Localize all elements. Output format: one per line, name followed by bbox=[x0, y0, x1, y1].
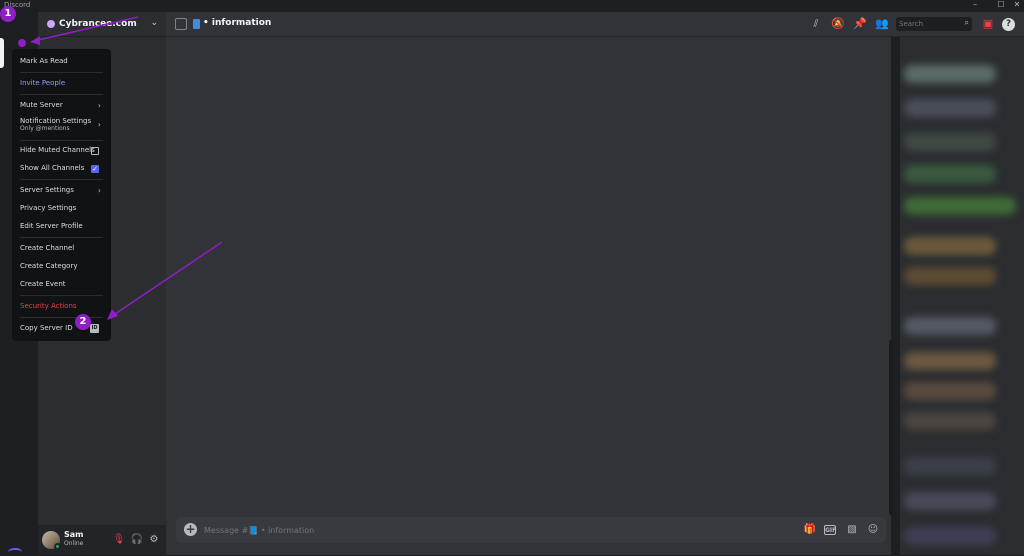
member-list-icon[interactable]: 👥 bbox=[875, 17, 889, 31]
member-entry[interactable] bbox=[904, 267, 996, 285]
member-entry[interactable] bbox=[904, 133, 996, 151]
menu-divider bbox=[20, 140, 103, 141]
menu-item-security-actions[interactable]: Security Actions bbox=[16, 298, 107, 315]
checkbox-icon[interactable] bbox=[91, 147, 99, 155]
menu-label: Privacy Settings bbox=[20, 204, 77, 212]
emoji-icon[interactable]: ☺ bbox=[866, 523, 880, 537]
member-list bbox=[900, 37, 1024, 555]
menu-item-copy-server-id[interactable]: Copy Server ID ID bbox=[16, 320, 107, 337]
menu-divider bbox=[20, 94, 103, 95]
member-entry[interactable] bbox=[904, 352, 996, 370]
sticker-icon[interactable]: ▧ bbox=[845, 523, 859, 537]
id-badge-icon: ID bbox=[90, 324, 99, 333]
menu-item-notification-settings[interactable]: Notification Settings Only @mentions › bbox=[16, 114, 107, 138]
menu-label: Mute Server bbox=[20, 101, 63, 109]
server-name: Cybrancee.com bbox=[59, 19, 137, 29]
pin-icon[interactable]: 📌 bbox=[853, 17, 867, 31]
menu-label: Notification Settings bbox=[20, 117, 92, 125]
maximize-button[interactable]: ☐ bbox=[994, 0, 1008, 9]
menu-label: Create Category bbox=[20, 262, 78, 270]
headphones-icon[interactable]: 🎧 bbox=[130, 533, 144, 547]
menu-sublabel: Only @mentions bbox=[20, 125, 70, 132]
member-entry[interactable] bbox=[904, 527, 996, 545]
threads-icon[interactable]: ⫽ bbox=[809, 17, 823, 31]
member-entry[interactable] bbox=[904, 412, 996, 430]
menu-divider bbox=[20, 295, 103, 296]
help-icon[interactable]: ? bbox=[1002, 18, 1015, 31]
search-icon: ⌕ bbox=[964, 18, 969, 27]
chat-scrollbar[interactable] bbox=[889, 340, 893, 515]
menu-label: Create Event bbox=[20, 280, 66, 288]
gear-icon[interactable]: ⚙ bbox=[147, 533, 161, 547]
menu-label: Edit Server Profile bbox=[20, 222, 83, 230]
online-status-icon bbox=[54, 543, 61, 550]
mute-mic-icon[interactable]: 🎙 bbox=[112, 533, 126, 547]
menu-item-invite-people[interactable]: Invite People bbox=[16, 75, 107, 92]
member-entry[interactable] bbox=[904, 317, 996, 335]
channel-name: • information bbox=[203, 18, 272, 28]
member-entry[interactable] bbox=[904, 382, 996, 400]
title-bar: Discord – ☐ ✕ bbox=[0, 0, 1024, 12]
member-entry[interactable] bbox=[904, 237, 996, 255]
checkbox-checked-icon[interactable]: ✓ bbox=[91, 165, 99, 173]
notification-mute-icon[interactable]: 🔕 bbox=[831, 17, 845, 31]
chevron-down-icon[interactable]: ⌄ bbox=[150, 18, 158, 28]
menu-label: Copy Server ID bbox=[20, 324, 73, 332]
add-attachment-icon[interactable]: + bbox=[184, 523, 197, 536]
message-composer: + 🎁 GIF ▧ ☺ bbox=[176, 517, 886, 543]
menu-divider bbox=[20, 237, 103, 238]
inbox-icon[interactable]: ▣ bbox=[981, 17, 995, 31]
menu-divider bbox=[20, 179, 103, 180]
menu-label: Create Channel bbox=[20, 244, 75, 252]
channel-type-icon bbox=[175, 18, 187, 30]
server-icon bbox=[47, 20, 55, 28]
menu-item-mute-server[interactable]: Mute Server › bbox=[16, 97, 107, 114]
user-name: Sam bbox=[64, 530, 84, 539]
selected-server-indicator bbox=[0, 38, 4, 68]
menu-item-create-channel[interactable]: Create Channel bbox=[16, 240, 107, 257]
member-entry[interactable] bbox=[904, 457, 996, 475]
menu-item-show-all-channels[interactable]: Show All Channels ✓ bbox=[16, 160, 107, 177]
step-marker-2: 2 bbox=[75, 314, 91, 330]
menu-label: Server Settings bbox=[20, 186, 74, 194]
menu-item-mark-as-read[interactable]: Mark As Read bbox=[16, 53, 107, 70]
minimize-button[interactable]: – bbox=[968, 0, 982, 9]
user-panel: Sam Online 🎙 🎧 ⚙ bbox=[38, 525, 166, 555]
chevron-right-icon: › bbox=[97, 101, 101, 110]
chevron-right-icon: › bbox=[97, 186, 101, 195]
close-button[interactable]: ✕ bbox=[1010, 0, 1024, 9]
chevron-right-icon: › bbox=[97, 120, 101, 129]
user-status: Online bbox=[64, 540, 84, 547]
menu-divider bbox=[20, 317, 103, 318]
member-entry[interactable] bbox=[904, 65, 996, 83]
menu-item-server-settings[interactable]: Server Settings › bbox=[16, 182, 107, 199]
menu-item-privacy-settings[interactable]: Privacy Settings bbox=[16, 200, 107, 217]
gift-icon[interactable]: 🎁 bbox=[803, 523, 817, 537]
menu-item-edit-server-profile[interactable]: Edit Server Profile bbox=[16, 218, 107, 235]
server-context-menu: Mark As Read Invite People Mute Server › … bbox=[12, 49, 111, 341]
member-entry[interactable] bbox=[904, 197, 1016, 215]
message-input[interactable] bbox=[204, 523, 764, 537]
search-input[interactable] bbox=[899, 18, 957, 30]
member-entry[interactable] bbox=[904, 492, 996, 510]
menu-label: Hide Muted Channels bbox=[20, 146, 95, 154]
menu-item-hide-muted-channels[interactable]: Hide Muted Channels bbox=[16, 142, 107, 159]
search-box[interactable]: ⌕ bbox=[896, 17, 972, 31]
menu-label: Show All Channels bbox=[20, 164, 85, 172]
step-marker-1: 1 bbox=[0, 6, 16, 22]
menu-item-create-category[interactable]: Create Category bbox=[16, 258, 107, 275]
gif-icon[interactable]: GIF bbox=[824, 525, 836, 535]
chat-area bbox=[166, 12, 891, 555]
book-emoji-icon bbox=[193, 19, 200, 29]
server-header[interactable]: Cybrancee.com ⌄ bbox=[38, 12, 166, 37]
menu-label: Mark As Read bbox=[20, 57, 68, 65]
menu-item-create-event[interactable]: Create Event bbox=[16, 276, 107, 293]
menu-label: Security Actions bbox=[20, 302, 77, 310]
channel-header: • information ⫽ 🔕 📌 👥 ⌕ ▣ ? bbox=[166, 12, 1024, 37]
menu-label: Invite People bbox=[20, 79, 66, 87]
member-entry[interactable] bbox=[904, 99, 996, 117]
member-entry[interactable] bbox=[904, 165, 996, 183]
menu-divider bbox=[20, 72, 103, 73]
